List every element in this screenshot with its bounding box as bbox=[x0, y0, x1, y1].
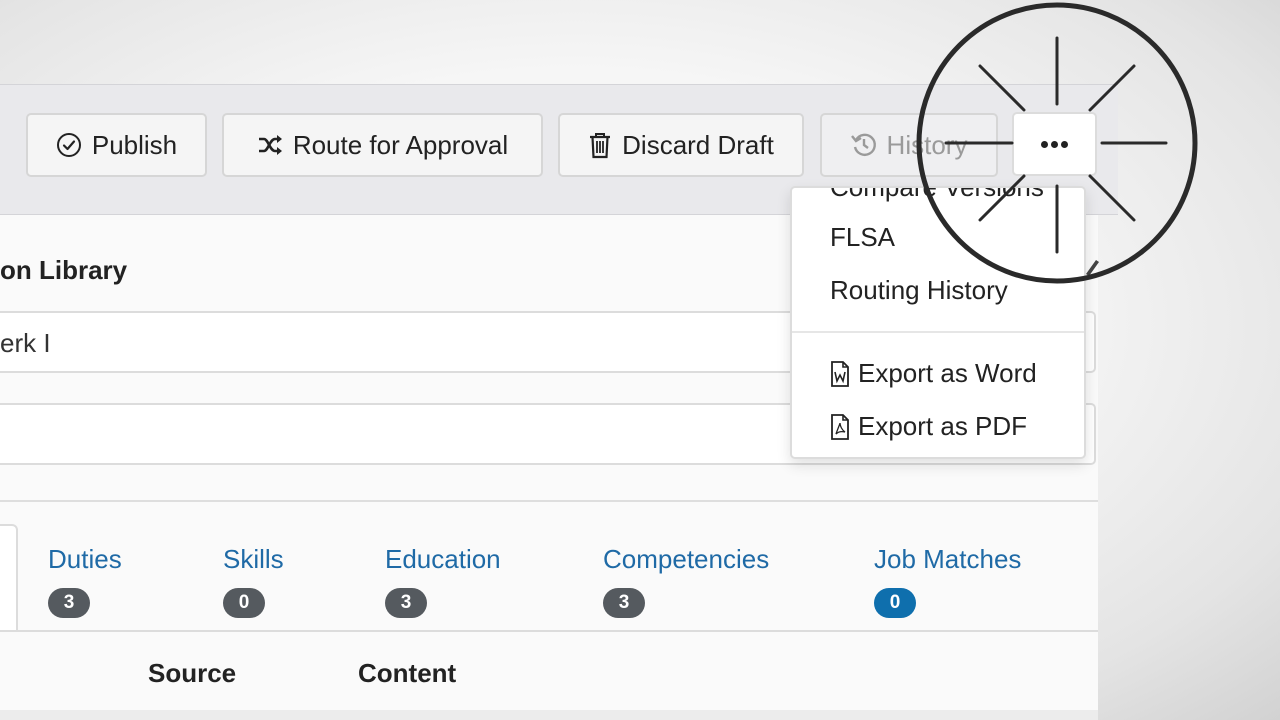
more-actions-menu: Compare Versions FLSA Routing History Ex… bbox=[790, 186, 1086, 459]
history-label: History bbox=[886, 129, 968, 160]
shuffle-icon bbox=[258, 135, 282, 155]
export-pdf-label: Export as PDF bbox=[858, 411, 1028, 441]
pencil-icon[interactable] bbox=[1084, 256, 1100, 280]
count-badge: 3 bbox=[603, 588, 645, 618]
route-for-approval-button[interactable]: Route for Approval bbox=[222, 113, 543, 177]
check-circle-icon bbox=[56, 133, 81, 157]
trash-icon bbox=[590, 133, 611, 159]
tab-skills[interactable]: Skills 0 bbox=[223, 544, 284, 618]
publish-button[interactable]: Publish bbox=[26, 113, 207, 177]
menu-item-compare-versions[interactable]: Compare Versions bbox=[830, 188, 1044, 203]
history-icon bbox=[850, 133, 876, 156]
count-badge: 0 bbox=[874, 588, 916, 618]
history-button[interactable]: History bbox=[820, 113, 998, 177]
discard-draft-button[interactable]: Discard Draft bbox=[558, 113, 804, 177]
count-badge: 3 bbox=[385, 588, 427, 618]
tabs-baseline bbox=[18, 630, 1098, 632]
ellipsis-icon bbox=[1040, 140, 1070, 148]
section-title: on Library bbox=[0, 255, 128, 285]
discard-label: Discard Draft bbox=[622, 129, 774, 160]
pdf-file-icon bbox=[831, 413, 849, 440]
menu-item-export-pdf[interactable]: Export as PDF bbox=[830, 411, 1027, 442]
tab-label: Competencies bbox=[603, 544, 770, 574]
word-file-icon bbox=[831, 360, 849, 387]
export-word-label: Export as Word bbox=[858, 358, 1037, 388]
menu-item-routing-history[interactable]: Routing History bbox=[830, 275, 1008, 306]
more-actions-button[interactable] bbox=[1012, 112, 1097, 176]
tab-duties[interactable]: Duties 3 bbox=[48, 544, 122, 618]
route-label: Route for Approval bbox=[292, 129, 509, 160]
active-tab-edge[interactable] bbox=[0, 524, 18, 632]
menu-divider bbox=[792, 331, 1084, 333]
count-badge: 3 bbox=[48, 588, 90, 618]
title-field-value: erk I bbox=[0, 328, 51, 358]
tab-education[interactable]: Education 3 bbox=[385, 544, 501, 618]
tab-job-matches[interactable]: Job Matches 0 bbox=[874, 544, 1022, 618]
divider bbox=[0, 500, 1098, 502]
tab-label: Job Matches bbox=[874, 544, 1022, 574]
tab-label: Duties bbox=[48, 544, 122, 574]
publish-label: Publish bbox=[91, 129, 178, 160]
column-header-source[interactable]: Source bbox=[148, 658, 236, 689]
column-header-content[interactable]: Content bbox=[358, 658, 456, 689]
menu-item-export-word[interactable]: Export as Word bbox=[830, 358, 1037, 389]
table-row-edge bbox=[0, 710, 1098, 720]
menu-item-flsa[interactable]: FLSA bbox=[830, 222, 895, 253]
tab-competencies[interactable]: Competencies 3 bbox=[603, 544, 770, 618]
tab-label: Education bbox=[385, 544, 501, 574]
count-badge: 0 bbox=[223, 588, 265, 618]
tab-label: Skills bbox=[223, 544, 284, 574]
